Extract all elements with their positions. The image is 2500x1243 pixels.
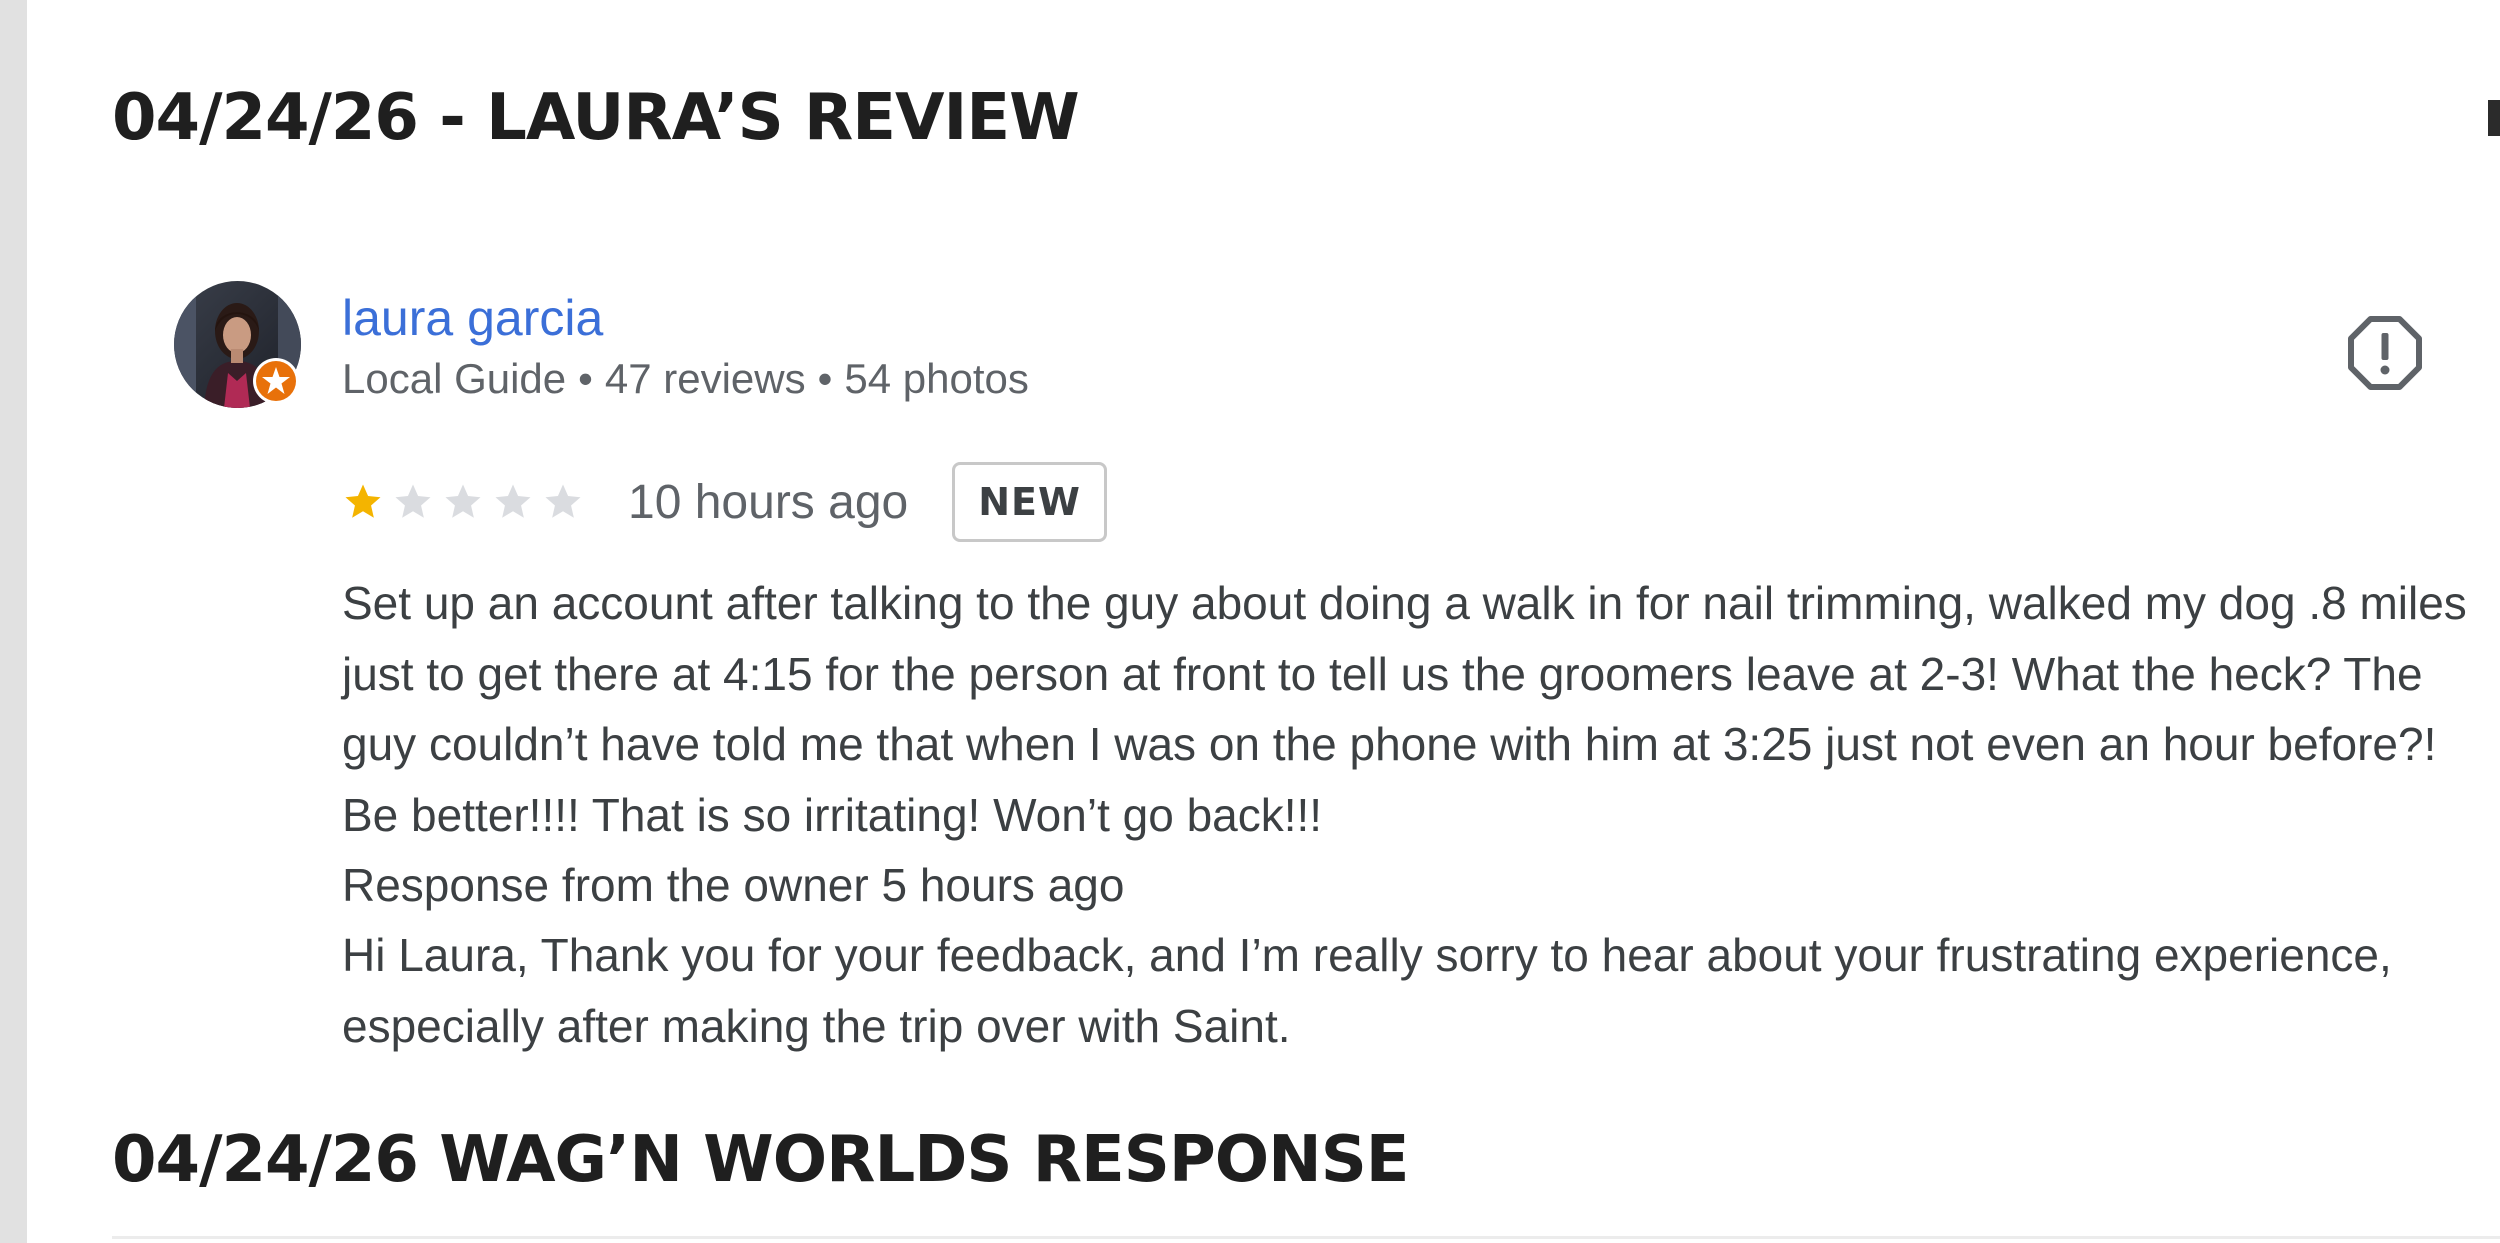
reviews-count: 47 reviews: [604, 355, 806, 402]
review-text: Set up an account after talking to the g…: [342, 577, 2467, 841]
star-empty-icon: [395, 484, 431, 518]
left-rail: [0, 0, 27, 1243]
reviewer-meta: Local Guide • 47 reviews • 54 photos: [342, 354, 1029, 404]
star-empty-icon: [545, 484, 581, 518]
divider: [112, 1236, 2500, 1239]
report-flag-icon[interactable]: [2348, 316, 2422, 390]
star-empty-icon: [445, 484, 481, 518]
new-badge: NEW: [952, 462, 1107, 542]
meta-separator: •: [578, 355, 593, 402]
meta-separator: •: [817, 355, 833, 402]
owner-response-label: Response from the owner 5 hours ago: [342, 859, 1125, 911]
local-guide-label: Local Guide: [342, 355, 567, 402]
review-section-heading: 04/24/26 - LAURA’S REVIEW: [112, 81, 1080, 155]
review-time: 10 hours ago: [628, 475, 909, 529]
photos-count: 54 photos: [844, 355, 1029, 402]
edge-mark: [2488, 100, 2500, 136]
local-guide-star-icon: [253, 358, 299, 404]
owner-response-text: Hi Laura, Thank you for your feedback, a…: [342, 929, 2392, 1052]
rating-row: 10 hours ago NEW: [342, 460, 1107, 544]
star-filled-icon: [345, 484, 381, 518]
star-rating: [342, 481, 588, 523]
star-empty-icon: [495, 484, 531, 518]
reviewer-name-link[interactable]: laura garcia: [342, 290, 603, 346]
response-section-heading: 04/24/26 WAG’N WORLDS RESPONSE: [112, 1123, 1409, 1197]
